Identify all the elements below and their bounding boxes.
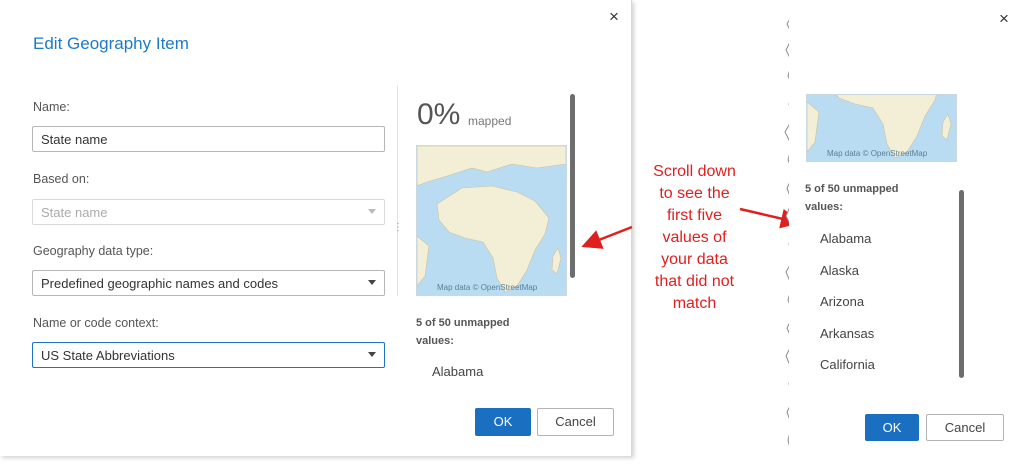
resize-grip-icon[interactable]: ⋮: [393, 223, 403, 233]
map-preview[interactable]: Map data © OpenStreetMap: [416, 145, 567, 296]
cancel-button[interactable]: Cancel: [926, 414, 1004, 441]
unmapped-count-line2: values:: [805, 201, 843, 213]
data-type-select[interactable]: Predefined geographic names and codes: [32, 270, 385, 296]
edit-geography-dialog: Edit Geography Item × Name: State name B…: [0, 0, 632, 456]
map-attribution: Map data © OpenStreetMap: [827, 149, 928, 158]
unmapped-value-item: Arizona: [820, 294, 865, 309]
values-scrollbar[interactable]: [959, 190, 964, 378]
based-on-label: Based on:: [33, 172, 90, 186]
dialog-title: Edit Geography Item: [33, 34, 189, 53]
cancel-button[interactable]: Cancel: [537, 408, 614, 436]
mapped-label: mapped: [468, 114, 512, 128]
africa-map-image: [417, 146, 566, 295]
unmapped-value-item: Arkansas: [820, 326, 875, 341]
map-attribution: Map data © OpenStreetMap: [437, 283, 538, 292]
unmapped-value-item: Alabama: [820, 231, 872, 246]
annotation-line: that did not: [654, 273, 735, 290]
annotation-arrows: [581, 207, 801, 249]
unmapped-count: 5 of 50 unmapped values:: [805, 180, 899, 216]
mapped-percent: 0%: [417, 98, 461, 131]
data-type-label: Geography data type:: [33, 244, 154, 258]
chevron-down-icon: [368, 352, 376, 357]
based-on-select: State name: [32, 199, 385, 225]
close-icon[interactable]: ×: [609, 8, 619, 25]
name-label: Name:: [33, 100, 70, 114]
unmapped-count: 5 of 50 unmapped values:: [416, 314, 510, 350]
unmapped-value-item: Alabama: [432, 364, 484, 379]
annotation-line: match: [672, 295, 717, 312]
based-on-value: State name: [41, 205, 108, 220]
name-input-value: State name: [41, 132, 108, 147]
name-input[interactable]: State name: [32, 126, 385, 152]
annotation-line: Scroll down: [653, 163, 736, 180]
chevron-down-icon: [368, 280, 376, 285]
arrow-icon: [581, 225, 633, 249]
unmapped-value-item: California: [820, 357, 875, 372]
preview-scrollbar[interactable]: [570, 94, 575, 278]
data-type-value: Predefined geographic names and codes: [41, 276, 279, 291]
context-value: US State Abbreviations: [41, 348, 175, 363]
chevron-down-icon: [368, 209, 376, 214]
unmapped-count-line1: 5 of 50 unmapped: [416, 317, 510, 329]
preview-panel-scrolled: × Map data © OpenStreetMap 5 of 50 unmap…: [789, 0, 1019, 460]
unmapped-value-item: Alaska: [820, 263, 860, 278]
context-label: Name or code context:: [33, 316, 159, 330]
context-select[interactable]: US State Abbreviations: [32, 342, 385, 368]
unmapped-count-line2: values:: [416, 335, 454, 347]
panel-divider: [397, 86, 398, 296]
ok-button[interactable]: OK: [475, 408, 531, 436]
ok-button[interactable]: OK: [865, 414, 919, 441]
unmapped-count-line1: 5 of 50 unmapped: [805, 183, 899, 195]
close-icon[interactable]: ×: [999, 10, 1009, 27]
map-preview[interactable]: Map data © OpenStreetMap: [806, 94, 957, 162]
